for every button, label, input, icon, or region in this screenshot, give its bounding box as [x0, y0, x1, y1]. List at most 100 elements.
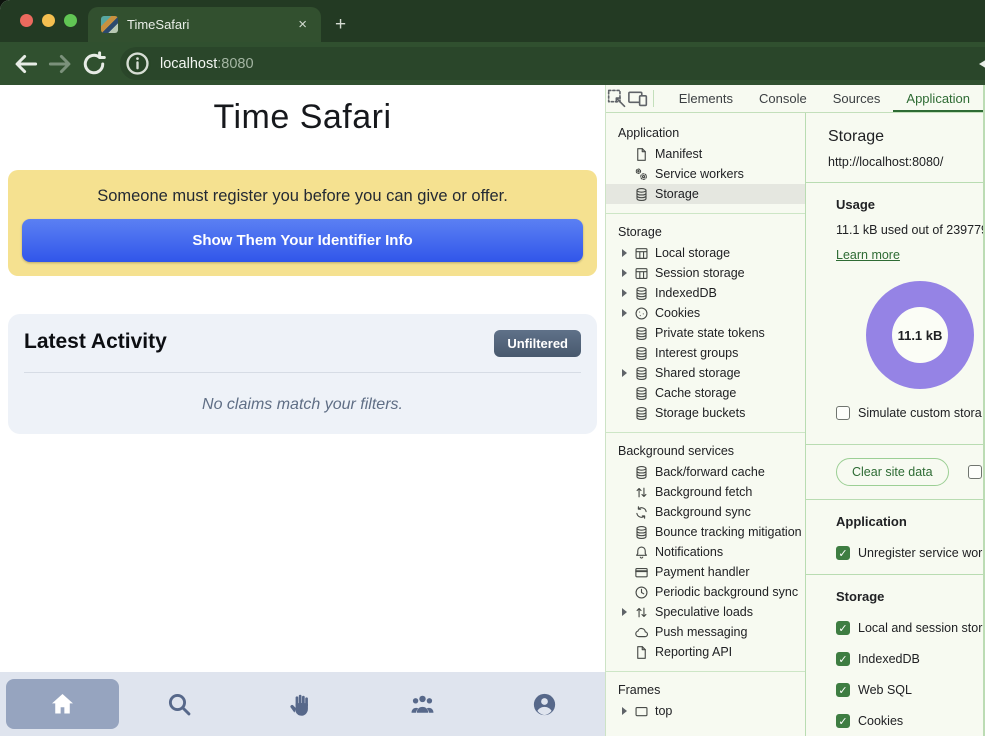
checkbox-label: Unregister service wor [858, 546, 982, 560]
sidebar-item-storage-buckets[interactable]: Storage buckets [606, 403, 805, 423]
expand-arrow-icon[interactable] [622, 369, 634, 377]
sidebar-item-session-storage[interactable]: Session storage [606, 263, 805, 283]
simulate-storage-checkbox[interactable]: Simulate custom stora [836, 406, 983, 420]
browser-toolbar: localhost:8080 [0, 42, 985, 85]
checkbox-unchecked-icon[interactable] [968, 465, 982, 479]
browser-tab-timesafari[interactable]: TimeSafari × [88, 7, 321, 42]
back-icon[interactable] [12, 50, 40, 78]
sidebar-item-label: Payment handler [655, 565, 750, 579]
expand-arrow-icon[interactable] [622, 608, 634, 616]
checkbox-checked-icon[interactable]: ✓ [836, 714, 850, 728]
sidebar-item-interest-groups[interactable]: Interest groups [606, 343, 805, 363]
sidebar-item-label: Reporting API [655, 645, 732, 659]
updown-arrows-icon [634, 485, 649, 500]
nav-people[interactable] [362, 672, 484, 736]
show-identifier-info-button[interactable]: Show Them Your Identifier Info [22, 219, 583, 262]
site-info-icon[interactable] [124, 50, 151, 77]
forward-icon[interactable] [46, 50, 74, 78]
checkbox-unchecked-icon[interactable] [836, 406, 850, 420]
reload-icon[interactable] [80, 50, 108, 78]
nav-search[interactable] [119, 672, 241, 736]
latest-activity-card: Latest Activity Unfiltered No claims mat… [8, 314, 597, 434]
url-text: localhost:8080 [160, 56, 254, 72]
expand-arrow-icon[interactable] [622, 309, 634, 317]
device-toolbar-icon[interactable] [627, 85, 648, 112]
empty-claims-message: No claims match your filters. [24, 396, 581, 414]
checkbox-indexeddb[interactable]: ✓IndexedDB [836, 652, 983, 666]
checkbox-checked-icon[interactable]: ✓ [836, 621, 850, 635]
nav-home[interactable] [6, 679, 119, 729]
devtools-tab-elements[interactable]: Elements [666, 85, 746, 112]
sidebar-item-label: Cache storage [655, 386, 736, 400]
sidebar-item-shared-storage[interactable]: Shared storage [606, 363, 805, 383]
nav-profile[interactable] [484, 672, 606, 736]
zoom-window-button[interactable] [64, 14, 77, 27]
sidebar-item-private-state-tokens[interactable]: Private state tokens [606, 323, 805, 343]
usage-donut-chart: 11.1 kB [866, 281, 974, 389]
sidebar-item-back-forward-cache[interactable]: Back/forward cache [606, 462, 805, 482]
sidebar-item-background-fetch[interactable]: Background fetch [606, 482, 805, 502]
learn-more-link[interactable]: Learn more [836, 248, 900, 262]
sidebar-item-label: Background fetch [655, 485, 752, 499]
sidebar-item-label: Manifest [655, 147, 702, 161]
checkbox-web-sql[interactable]: ✓ Web SQL [836, 683, 983, 697]
minimize-window-button[interactable] [42, 14, 55, 27]
sidebar-item-cache-storage[interactable]: Cache storage [606, 383, 805, 403]
expand-arrow-icon[interactable] [622, 249, 634, 257]
clear-site-data-button[interactable]: Clear site data [836, 458, 949, 486]
sidebar-item-bounce-tracking-mitigation[interactable]: Bounce tracking mitigation [606, 522, 805, 542]
sidebar-item-top[interactable]: top [606, 701, 805, 721]
document-icon [634, 147, 649, 162]
people-icon [409, 691, 436, 718]
checkbox-checked-icon[interactable]: ✓ [836, 683, 850, 697]
tab-close-icon[interactable]: × [294, 15, 311, 34]
sidebar-section-title: Background services [606, 441, 805, 462]
sidebar-item-service-workers[interactable]: Service workers [606, 164, 805, 184]
devtools-tabs: ElementsConsoleSourcesApplication [666, 85, 983, 112]
sidebar-item-push-messaging[interactable]: Push messaging [606, 622, 805, 642]
sidebar-item-periodic-background-sync[interactable]: Periodic background sync [606, 582, 805, 602]
toolbar-divider [653, 90, 654, 107]
include-third-party-checkbox[interactable]: in [968, 465, 983, 479]
expand-arrow-icon[interactable] [622, 269, 634, 277]
window-controls [20, 14, 77, 27]
expand-arrow-icon[interactable] [622, 289, 634, 297]
panel-section-heading: Storage [836, 589, 983, 604]
checkbox-unregister-service-wor[interactable]: ✓ Unregister service wor [836, 546, 983, 560]
devtools-tab-console[interactable]: Console [746, 85, 820, 112]
sidebar-item-cookies[interactable]: Cookies [606, 303, 805, 323]
clock-icon [634, 585, 649, 600]
sidebar-item-payment-handler[interactable]: Payment handler [606, 562, 805, 582]
checkbox-checked-icon[interactable]: ✓ [836, 652, 850, 666]
sidebar-item-background-sync[interactable]: Background sync [606, 502, 805, 522]
checkbox-local-and-session-stor[interactable]: ✓Local and session stor [836, 621, 983, 635]
unfiltered-button[interactable]: Unfiltered [494, 330, 581, 357]
devtools-sidebar: ApplicationManifestService workersStorag… [606, 113, 806, 736]
sidebar-item-storage[interactable]: Storage [606, 184, 805, 204]
sidebar-item-local-storage[interactable]: Local storage [606, 243, 805, 263]
nav-hand[interactable] [241, 672, 363, 736]
sidebar-item-manifest[interactable]: Manifest [606, 144, 805, 164]
address-bar[interactable]: localhost:8080 [120, 47, 985, 80]
sidebar-item-reporting-api[interactable]: Reporting API [606, 642, 805, 662]
table-icon [634, 246, 649, 261]
sidebar-item-label: Storage [655, 187, 699, 201]
hand-icon [288, 691, 315, 718]
bell-icon [634, 545, 649, 560]
sidebar-item-indexeddb[interactable]: IndexedDB [606, 283, 805, 303]
database-icon [634, 406, 649, 421]
database-icon [634, 187, 649, 202]
sidebar-item-notifications[interactable]: Notifications [606, 542, 805, 562]
devtools-tab-sources[interactable]: Sources [820, 85, 894, 112]
close-window-button[interactable] [20, 14, 33, 27]
sidebar-item-speculative-loads[interactable]: Speculative loads [606, 602, 805, 622]
checkbox-cookies[interactable]: ✓Cookies [836, 714, 983, 728]
checkbox-label: Web SQL [858, 683, 912, 697]
inspect-element-icon[interactable] [606, 85, 627, 112]
checkbox-checked-icon[interactable]: ✓ [836, 546, 850, 560]
new-tab-button[interactable]: + [335, 14, 346, 36]
database-icon [634, 525, 649, 540]
expand-arrow-icon[interactable] [622, 707, 634, 715]
devtools-tab-application[interactable]: Application [893, 85, 983, 112]
sidebar-item-label: Background sync [655, 505, 751, 519]
